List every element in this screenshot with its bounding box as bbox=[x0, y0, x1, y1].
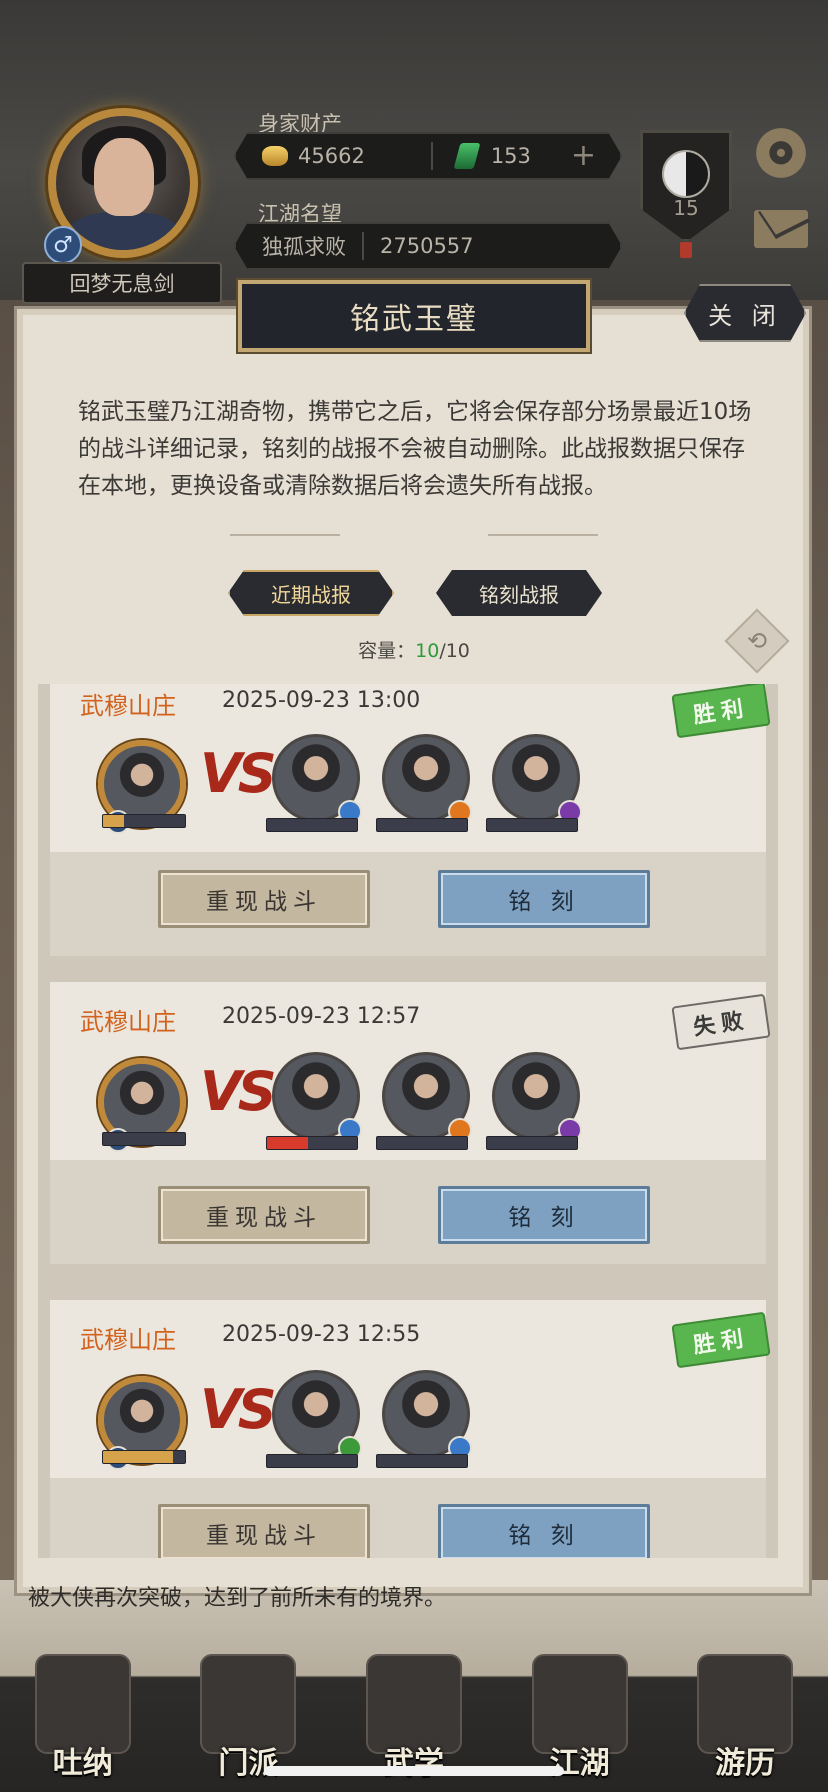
opponent-hp-bar bbox=[486, 1136, 578, 1150]
opponent-hp-bar bbox=[486, 818, 578, 832]
vs-mark: VS bbox=[200, 742, 277, 805]
battle-place: 武穆山庄 bbox=[80, 1326, 176, 1354]
yinyang-icon bbox=[662, 150, 710, 198]
battle-list[interactable]: 武穆山庄 2025-09-23 13:00 胜利 VS 重现战斗 铭 刻 武穆山… bbox=[38, 684, 778, 1558]
mail-icon[interactable] bbox=[754, 210, 808, 248]
battle-card: 武穆山庄 2025-09-23 12:55 胜利 VS 重现战斗 铭 刻 bbox=[50, 1300, 771, 1558]
battle-place: 武穆山庄 bbox=[80, 1008, 176, 1036]
fame-title: 独孤求败 bbox=[262, 235, 346, 259]
vs-mark: VS bbox=[200, 1378, 277, 1441]
gold-amount: 45662 bbox=[298, 144, 365, 168]
capacity-indicator: 容量：10/10 bbox=[0, 636, 828, 663]
tab-recent-reports[interactable]: 近期战报 bbox=[228, 570, 394, 616]
battle-card: 武穆山庄 2025-09-23 12:57 失败 VS 重现战斗 铭 刻 bbox=[50, 982, 771, 1264]
opponent-hp-fill bbox=[267, 1137, 308, 1149]
nav-jianghu[interactable]: 江湖 bbox=[516, 1654, 644, 1782]
gold-ingot-icon bbox=[262, 146, 288, 166]
engrave-button[interactable]: 铭 刻 bbox=[438, 1504, 650, 1558]
player-level: 15 bbox=[673, 196, 699, 220]
avatar-robe bbox=[66, 212, 182, 250]
home-indicator[interactable] bbox=[264, 1766, 564, 1776]
tab-engraved-reports[interactable]: 铭刻战报 bbox=[436, 570, 602, 616]
wealth-bar: 45662 153 + bbox=[234, 132, 622, 180]
nav-label: 游历 bbox=[715, 1746, 776, 1781]
nav-travel[interactable]: 游历 bbox=[681, 1654, 809, 1782]
self-hp-fill bbox=[103, 815, 124, 827]
panel-description: 铭武玉璧乃江湖奇物，携带它之后，它将会保存部分场景最近10场的战斗详细记录，铭刻… bbox=[78, 399, 752, 499]
battle-time: 2025-09-23 12:55 bbox=[222, 1322, 421, 1347]
battle-place: 武穆山庄 bbox=[80, 692, 176, 720]
nav-breathing[interactable]: 吐纳 bbox=[19, 1654, 147, 1782]
opponent-hp-bar bbox=[376, 818, 468, 832]
avatar-face bbox=[94, 138, 154, 216]
battle-time: 2025-09-23 13:00 bbox=[222, 688, 421, 713]
ornament-divider-right bbox=[488, 534, 598, 536]
opponent-hp-bar bbox=[266, 818, 358, 832]
divider bbox=[362, 232, 364, 260]
fame-value: 2750557 bbox=[380, 234, 474, 258]
self-hp-bar bbox=[102, 1132, 186, 1146]
replay-battle-button[interactable]: 重现战斗 bbox=[158, 870, 370, 928]
replay-battle-button[interactable]: 重现战斗 bbox=[158, 1504, 370, 1558]
player-avatar[interactable]: ♂ bbox=[18, 108, 230, 268]
engrave-button[interactable]: 铭 刻 bbox=[438, 870, 650, 928]
ornament-divider-left bbox=[230, 534, 340, 536]
self-hp-fill bbox=[103, 1451, 173, 1463]
opponent-hp-bar bbox=[266, 1136, 358, 1150]
battle-time: 2025-09-23 12:57 bbox=[222, 1004, 421, 1029]
panel-title: 铭武玉璧 bbox=[236, 278, 592, 354]
gear-icon[interactable]: ⚙ bbox=[752, 122, 810, 185]
add-currency-button[interactable]: + bbox=[571, 141, 596, 171]
nav-label: 吐纳 bbox=[52, 1746, 113, 1781]
opponent-hp-bar bbox=[376, 1136, 468, 1150]
refresh-glyph: ⟲ bbox=[746, 627, 768, 655]
opponent-hp-bar bbox=[376, 1454, 468, 1468]
engrave-button[interactable]: 铭 刻 bbox=[438, 1186, 650, 1244]
battle-card: 武穆山庄 2025-09-23 13:00 胜利 VS 重现战斗 铭 刻 bbox=[50, 684, 771, 956]
nav-sect[interactable]: 门派 bbox=[184, 1654, 312, 1782]
level-emblem[interactable]: 15 bbox=[640, 118, 732, 258]
nav-martial-arts[interactable]: 武学 bbox=[350, 1654, 478, 1782]
capacity-used: 10 bbox=[415, 640, 440, 662]
divider bbox=[431, 142, 433, 170]
jade-amount: 153 bbox=[490, 144, 531, 168]
close-button[interactable]: 关 闭 bbox=[684, 284, 806, 342]
player-name: 回梦无息剑 bbox=[22, 262, 222, 304]
self-hp-bar bbox=[102, 1450, 186, 1464]
capacity-label: 容量： bbox=[358, 640, 416, 662]
jade-icon bbox=[453, 143, 480, 169]
male-icon: ♂ bbox=[44, 226, 82, 264]
story-text: 被大侠再次突破，达到了前所未有的境界。 bbox=[28, 1586, 447, 1611]
fame-bar: 独孤求败 2750557 bbox=[234, 222, 622, 270]
replay-battle-button[interactable]: 重现战斗 bbox=[158, 1186, 370, 1244]
tassel-icon bbox=[680, 242, 692, 258]
self-hp-bar bbox=[102, 814, 186, 828]
opponent-hp-bar bbox=[266, 1454, 358, 1468]
capacity-total: /10 bbox=[439, 640, 470, 662]
vs-mark: VS bbox=[200, 1060, 277, 1123]
